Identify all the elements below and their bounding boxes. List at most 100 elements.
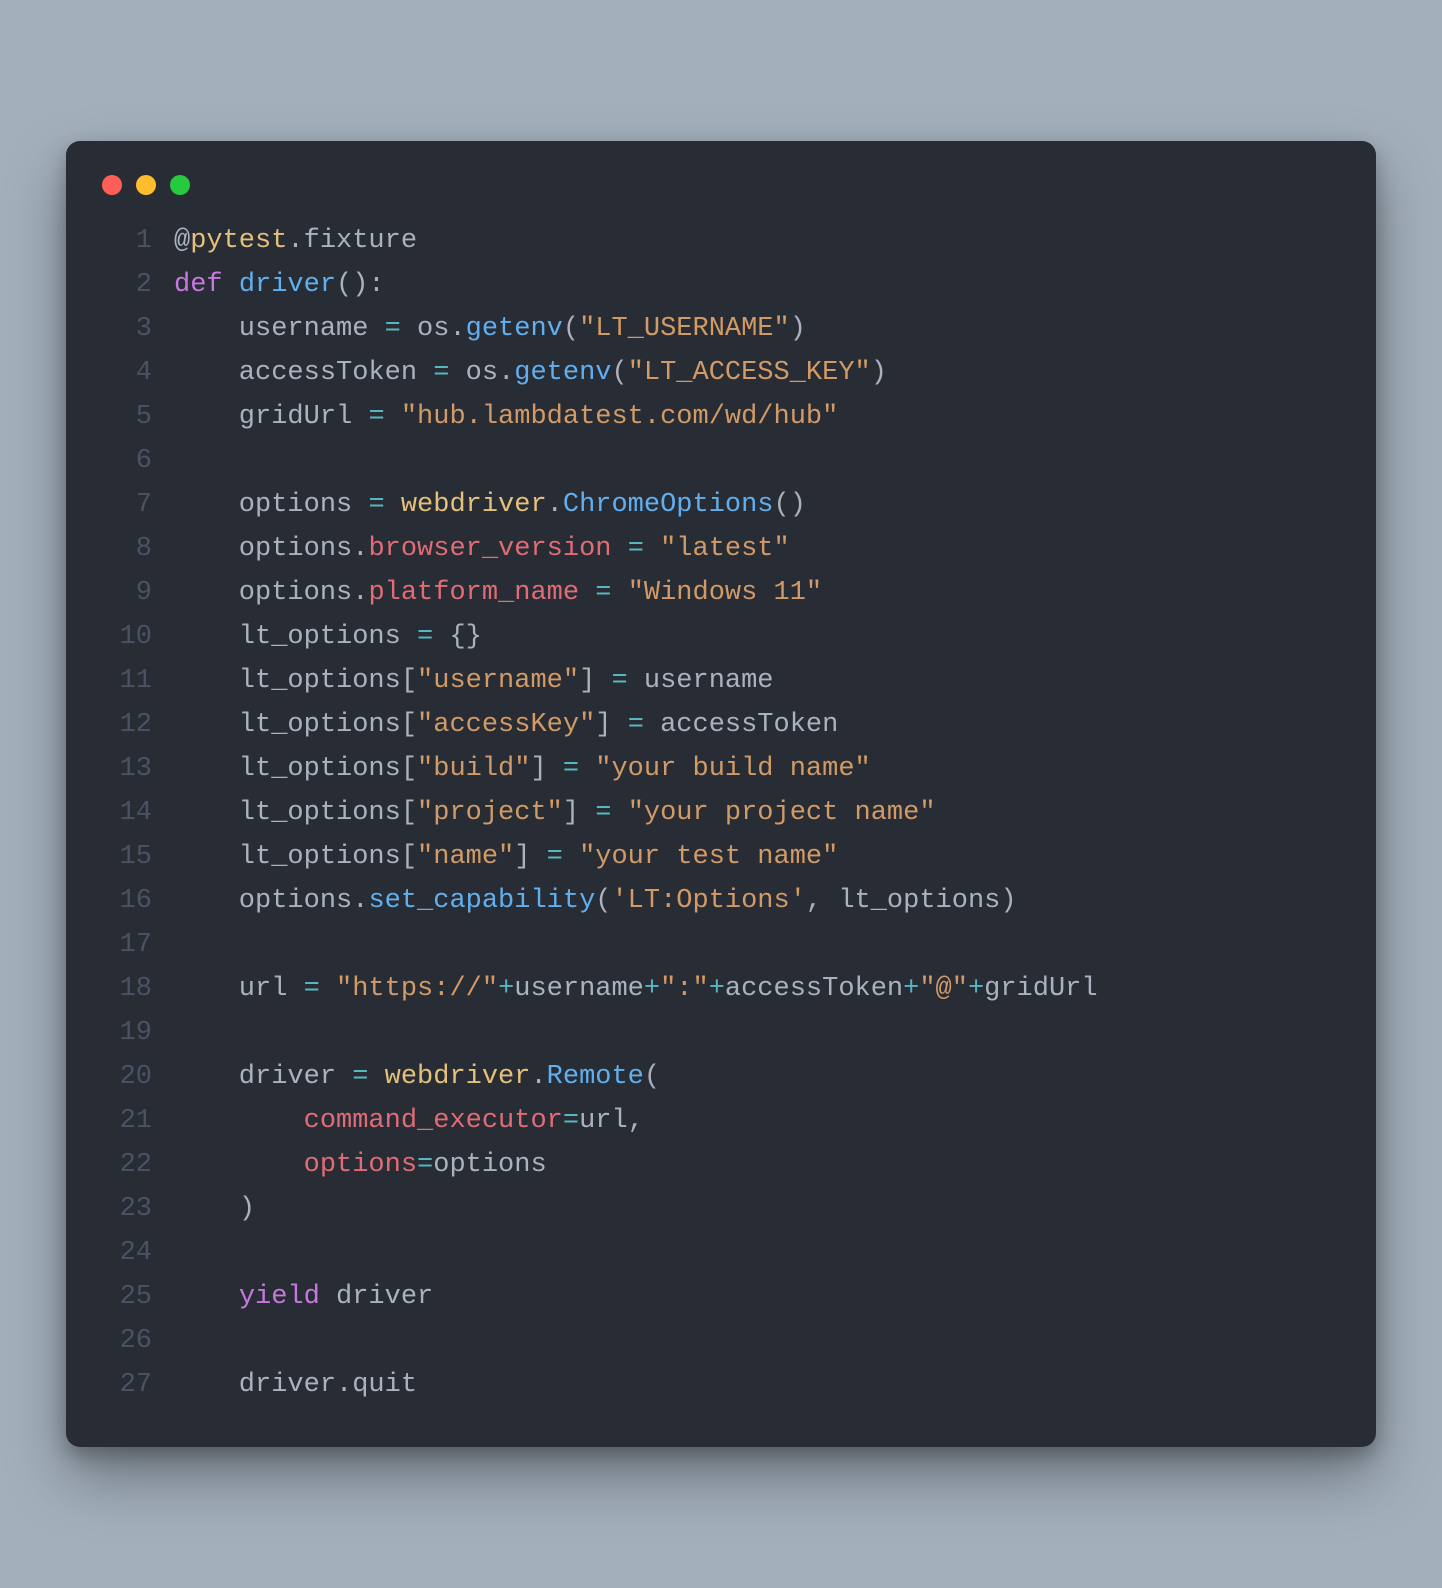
line-number: 20	[98, 1055, 174, 1099]
code-token: username	[514, 974, 644, 1004]
code-token: .	[449, 314, 465, 344]
code-token: browser_version	[368, 534, 611, 564]
code-token: =	[433, 358, 449, 388]
code-token: .	[287, 226, 303, 256]
code-token: accessToken	[725, 974, 903, 1004]
code-token: lt_options	[174, 622, 417, 652]
code-token: ]	[563, 798, 579, 828]
code-token: options	[174, 490, 368, 520]
code-token	[644, 534, 660, 564]
code-token: .	[352, 886, 368, 916]
code-token: =	[563, 1106, 579, 1136]
code-token	[433, 622, 449, 652]
code-token	[530, 842, 546, 872]
code-line: 11 lt_options["username"] = username	[98, 659, 1344, 703]
close-icon[interactable]	[102, 175, 122, 195]
line-number: 17	[98, 923, 174, 967]
code-token	[547, 754, 563, 784]
code-token: (	[611, 358, 627, 388]
code-token: "project"	[417, 798, 563, 828]
code-token: def	[174, 270, 239, 300]
code-token: getenv	[466, 314, 563, 344]
code-line: 12 lt_options["accessKey"] = accessToken	[98, 703, 1344, 747]
code-token: username	[174, 314, 385, 344]
code-token	[579, 578, 595, 608]
code-token: os	[449, 358, 498, 388]
code-token: =	[304, 974, 320, 1004]
line-number: 12	[98, 703, 174, 747]
code-token: accessToken	[644, 710, 838, 740]
code-content: lt_options["accessKey"] = accessToken	[174, 703, 838, 747]
code-token: "your build name"	[595, 754, 870, 784]
code-token	[611, 578, 627, 608]
code-token: (	[595, 886, 611, 916]
code-token: set_capability	[368, 886, 595, 916]
code-token: quit	[352, 1370, 417, 1400]
code-token: fixture	[304, 226, 417, 256]
code-token: getenv	[514, 358, 611, 388]
code-token	[385, 402, 401, 432]
code-token: lt_options	[174, 842, 401, 872]
code-token: +	[968, 974, 984, 1004]
code-token: ,	[806, 886, 838, 916]
line-number: 15	[98, 835, 174, 879]
code-line: 14 lt_options["project"] = "your project…	[98, 791, 1344, 835]
code-line: 23 )	[98, 1187, 1344, 1231]
code-token: +	[644, 974, 660, 1004]
line-number: 19	[98, 1011, 174, 1055]
traffic-lights	[98, 175, 1344, 195]
line-number: 13	[98, 747, 174, 791]
line-number: 9	[98, 571, 174, 615]
code-token: command_executor	[304, 1106, 563, 1136]
code-token: .	[530, 1062, 546, 1092]
code-token: driver	[239, 270, 336, 300]
code-token: "latest"	[660, 534, 790, 564]
line-number: 3	[98, 307, 174, 351]
line-number: 7	[98, 483, 174, 527]
code-token: +	[498, 974, 514, 1004]
code-token: 'LT:Options'	[611, 886, 805, 916]
code-content: lt_options["build"] = "your build name"	[174, 747, 871, 791]
code-line: 20 driver = webdriver.Remote(	[98, 1055, 1344, 1099]
code-content: def driver():	[174, 263, 385, 307]
minimize-icon[interactable]	[136, 175, 156, 195]
code-token: =	[611, 666, 627, 696]
code-token: ]	[579, 666, 595, 696]
code-token: Remote	[547, 1062, 644, 1092]
line-number: 16	[98, 879, 174, 923]
code-token: options	[433, 1150, 546, 1180]
line-number: 2	[98, 263, 174, 307]
code-line: 9 options.platform_name = "Windows 11"	[98, 571, 1344, 615]
code-token: =	[368, 402, 384, 432]
line-number: 24	[98, 1231, 174, 1275]
code-line: 8 options.browser_version = "latest"	[98, 527, 1344, 571]
code-content: lt_options = {}	[174, 615, 482, 659]
line-number: 4	[98, 351, 174, 395]
code-token	[611, 534, 627, 564]
code-token: "build"	[417, 754, 530, 784]
code-line: 25 yield driver	[98, 1275, 1344, 1319]
code-content: driver = webdriver.Remote(	[174, 1055, 660, 1099]
code-token: driver	[174, 1370, 336, 1400]
code-token: )	[239, 1194, 255, 1224]
code-token: ()	[774, 490, 806, 520]
code-token: "hub.lambdatest.com/wd/hub"	[401, 402, 838, 432]
code-line: 22 options=options	[98, 1143, 1344, 1187]
code-token: =	[628, 710, 644, 740]
code-content: lt_options["username"] = username	[174, 659, 774, 703]
code-token: options	[174, 578, 352, 608]
line-number: 21	[98, 1099, 174, 1143]
code-token: lt_options	[174, 710, 401, 740]
code-token: .	[336, 1370, 352, 1400]
code-token: [	[401, 754, 417, 784]
code-token	[579, 798, 595, 828]
code-line: 7 options = webdriver.ChromeOptions()	[98, 483, 1344, 527]
code-token	[174, 1150, 304, 1180]
code-token: options	[304, 1150, 417, 1180]
code-line: 27 driver.quit	[98, 1363, 1344, 1407]
code-token: =	[563, 754, 579, 784]
code-token: ]	[595, 710, 611, 740]
code-token: ]	[514, 842, 530, 872]
code-token: lt_options	[174, 666, 401, 696]
maximize-icon[interactable]	[170, 175, 190, 195]
